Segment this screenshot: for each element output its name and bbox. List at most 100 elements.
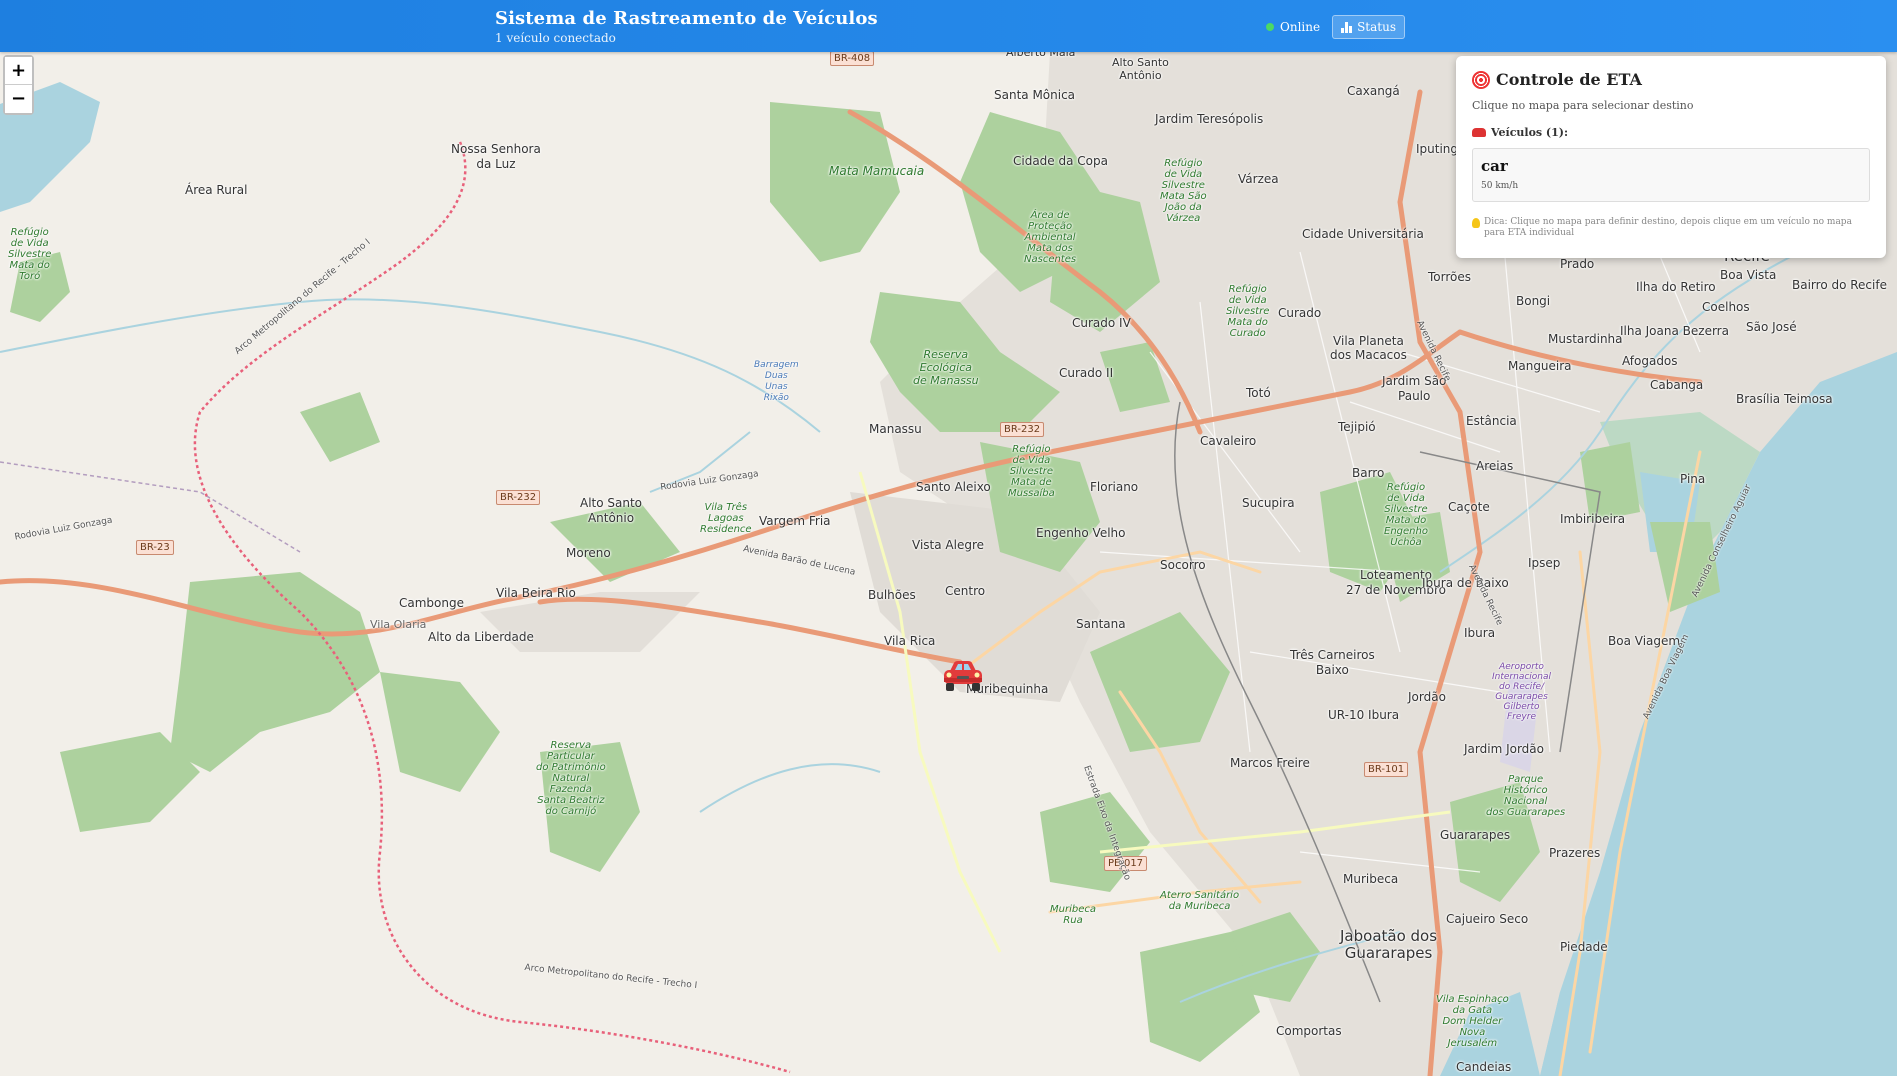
- map-area-label: Área de Proteção Ambiental Mata dos Nascente…: [1024, 210, 1077, 265]
- map-place-label: Brasília Teimosa: [1736, 392, 1833, 406]
- map-place-label: Totó: [1246, 386, 1271, 400]
- vehicles-heading: Veículos (1):: [1472, 126, 1870, 139]
- map-area-label: Parque Histórico Nacional dos Guararapes: [1486, 774, 1566, 818]
- map-place-label: Ipsep: [1528, 556, 1561, 570]
- vehicle-speed: 50 km/h: [1481, 181, 1519, 191]
- map-area-label: Refúgio de Vida Silvestre Mata do Toró: [8, 227, 52, 282]
- map-place-label: Estância: [1466, 414, 1517, 428]
- map-place-label: Piedade: [1560, 940, 1608, 954]
- map-area-label: Aterro Sanitário da Muribeca: [1160, 890, 1240, 912]
- map-place-label: Vargem Fria: [759, 514, 831, 528]
- map-place-label: Jardim São Paulo: [1382, 374, 1447, 403]
- map-place-label: Três Carneiros Baixo: [1290, 648, 1375, 677]
- eta-tip: Dica: Clique no mapa para definir destin…: [1472, 217, 1870, 239]
- map-place-label: Cabanga: [1650, 378, 1704, 392]
- eta-panel-title: Controle de ETA: [1472, 70, 1870, 89]
- vehicle-name: car: [1481, 157, 1508, 175]
- eta-title-text: Controle de ETA: [1496, 70, 1642, 89]
- map-place-label: Mangueira: [1508, 359, 1572, 373]
- app-title: Sistema de Rastreamento de Veículos: [495, 8, 878, 29]
- map-place-label: Vila Beira Rio: [496, 586, 576, 600]
- map-area-label: Reserva Ecológica de Manassu: [913, 348, 979, 387]
- map-place-label: Socorro: [1160, 558, 1206, 572]
- map-area-label: Reserva Particular do Patrimônio Natural Faz…: [536, 740, 606, 817]
- map-place-label: Coelhos: [1702, 300, 1750, 314]
- map-area-label: Refúgio de Vida Silvestre Mata São João da Vá…: [1160, 158, 1207, 224]
- map-place-label: Caxangá: [1347, 84, 1400, 98]
- map-place-label: Curado II: [1059, 366, 1114, 380]
- map-place-label: Muribeca: [1343, 872, 1399, 886]
- map-place-label: Nossa Senhora da Luz: [451, 142, 541, 171]
- map-place-label: Afogados: [1622, 354, 1678, 368]
- map-place-label: Mustardinha: [1548, 332, 1623, 346]
- map-area-label: Mata Mamucaia: [829, 164, 925, 178]
- map-place-label: Alto Santo Antônio: [1112, 56, 1169, 82]
- vehicle-card[interactable]: car 50 km/h: [1472, 148, 1870, 202]
- map-place-label: Floriano: [1090, 480, 1139, 494]
- map-area-label: Vila Espinhaço da Gata Dom Helder Nova Jerus…: [1436, 994, 1509, 1049]
- online-label: Online: [1280, 20, 1321, 34]
- target-icon: [1472, 70, 1490, 89]
- map-place-label: São José: [1746, 320, 1797, 334]
- map-place-label: Cidade Universitária: [1302, 227, 1424, 241]
- eta-tip-text: Dica: Clique no mapa para definir destin…: [1484, 217, 1852, 238]
- connected-count: 1 veículo conectado: [495, 31, 616, 45]
- car-icon: [944, 661, 982, 691]
- map-place-label: Santo Aleixo: [916, 480, 991, 494]
- map-place-label: Cidade da Copa: [1013, 154, 1108, 168]
- map-area-label: Refúgio de Vida Silvestre Mata de Mussaíba: [1008, 444, 1055, 499]
- map-place-label: Curado: [1278, 306, 1322, 320]
- map-place-label: Bongi: [1516, 294, 1551, 308]
- vehicle-marker[interactable]: [940, 657, 984, 697]
- highway-shield: BR-408: [830, 52, 875, 66]
- bar-chart-icon: [1341, 21, 1353, 33]
- map-place-label: Tejipió: [1338, 420, 1376, 434]
- map-place-label: Jardim Jordão: [1464, 742, 1544, 756]
- map-area-label: Vila Três Lagoas Residence: [700, 502, 752, 535]
- map-place-label: Pina: [1680, 472, 1706, 486]
- map-water-label: Barragem Duas Unas Rixão: [754, 360, 799, 403]
- online-dot-icon: [1266, 23, 1274, 31]
- eta-hint-text: Clique no mapa para selecionar destino: [1472, 99, 1694, 112]
- map-place-label: Jordão: [1408, 690, 1446, 704]
- zoom-in-button[interactable]: +: [5, 57, 32, 85]
- map-place-label: Santa Mônica: [994, 88, 1076, 102]
- map-area-label: Aeroporto Internacional do Recife/Guararap…: [1492, 662, 1552, 722]
- zoom-control: + −: [3, 55, 34, 115]
- map-place-label: Ilha do Retiro: [1636, 280, 1716, 294]
- map-place-label: Área Rural: [185, 183, 248, 197]
- car-icon: [1472, 128, 1486, 137]
- header-title-group: Sistema de Rastreamento de Veículos 1 ve…: [495, 8, 878, 45]
- map-place-label: Sucupira: [1242, 496, 1295, 510]
- map-place-label: Alto da Liberdade: [428, 630, 534, 644]
- map-area-label: Muribeca Rua: [1050, 904, 1096, 926]
- map-place-label: Centro: [945, 584, 986, 598]
- map-place-label: Alto Santo Antônio: [580, 496, 643, 525]
- map-place-label: Jardim Teresópolis: [1155, 112, 1264, 126]
- map-place-label: Vila Planeta dos Macacos: [1330, 334, 1407, 362]
- highway-shield: BR-232: [496, 490, 541, 505]
- top-header: Sistema de Rastreamento de Veículos 1 ve…: [0, 0, 1897, 52]
- map-place-label: Alberto Maia: [1006, 52, 1076, 59]
- map-place-label: Vila Rica: [884, 634, 936, 648]
- header-status-group: Online Status: [1266, 15, 1405, 39]
- map-place-label: Ibura de Baixo: [1422, 576, 1509, 590]
- map-place-label: Marcos Freire: [1230, 756, 1310, 770]
- map-place-label: Prado: [1560, 257, 1595, 271]
- map-place-label: Torrões: [1428, 270, 1472, 284]
- status-button[interactable]: Status: [1332, 15, 1405, 39]
- map-place-label: Guararapes: [1440, 828, 1511, 842]
- map-place-label: Manassu: [869, 422, 922, 436]
- map-place-label: Comportas: [1276, 1024, 1342, 1038]
- map-place-label: Areias: [1476, 459, 1514, 473]
- map-place-label: Moreno: [566, 546, 611, 560]
- status-button-label: Status: [1357, 20, 1396, 34]
- map-place-label: Caçote: [1448, 500, 1490, 514]
- zoom-out-button[interactable]: −: [5, 85, 32, 113]
- map-place-label: Prazeres: [1549, 846, 1601, 860]
- map-place-label: Vista Alegre: [912, 538, 984, 552]
- highway-shield: BR-23: [136, 540, 174, 555]
- map-place-label: Barro: [1352, 466, 1385, 480]
- map-area-label: Refúgio de Vida Silvestre Mata do Engenho Uch…: [1384, 482, 1428, 548]
- map-area-label: Refúgio de Vida Silvestre Mata do Curado: [1226, 284, 1270, 339]
